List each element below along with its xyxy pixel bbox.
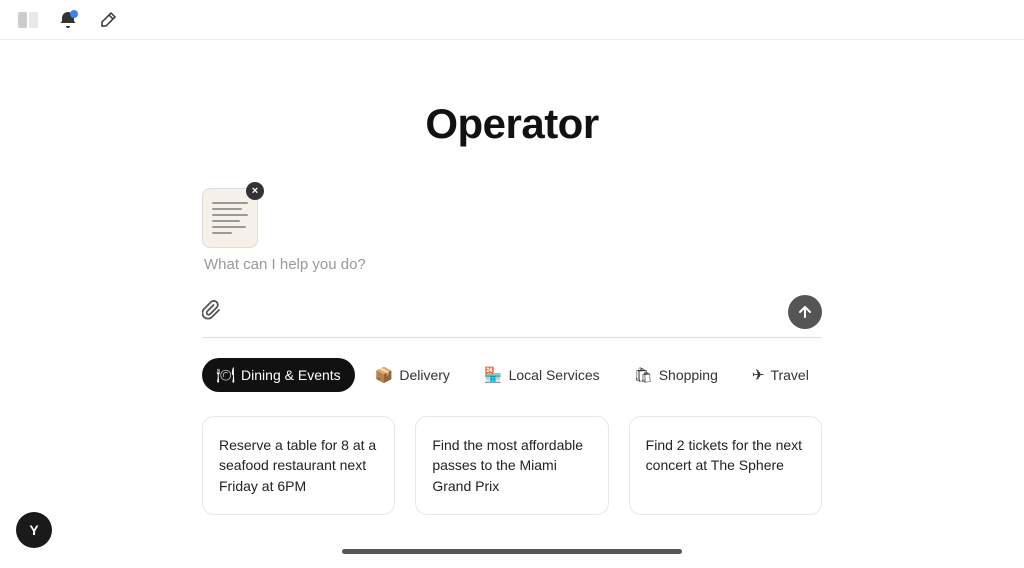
tab-shopping-label: Shopping — [659, 367, 718, 383]
tab-travel-label: Travel — [770, 367, 808, 383]
tab-local-services[interactable]: 🏪 Local Services — [470, 358, 614, 392]
main-content: Operator × What can I help you do? — [0, 40, 1024, 515]
chat-area: × What can I help you do? — [202, 188, 822, 283]
attachment-bubble: × — [202, 188, 258, 248]
top-bar — [0, 0, 1024, 40]
suggestion-card-2[interactable]: Find the most affordable passes to the M… — [415, 416, 608, 515]
scroll-indicator — [342, 549, 682, 554]
notification-icon[interactable] — [56, 8, 80, 32]
tab-travel[interactable]: ✈ Travel — [738, 358, 822, 392]
travel-icon: ✈ — [752, 366, 765, 384]
tab-local-label: Local Services — [509, 367, 600, 383]
tab-shopping[interactable]: 🛍 Shopping — [620, 358, 732, 392]
tab-delivery-label: Delivery — [399, 367, 450, 383]
local-services-icon: 🏪 — [484, 366, 503, 384]
suggestion-card-1[interactable]: Reserve a table for 8 at a seafood resta… — [202, 416, 395, 515]
send-button[interactable] — [788, 295, 822, 329]
edit-icon[interactable] — [96, 8, 120, 32]
delivery-icon: 📦 — [375, 366, 394, 384]
suggestion-card-3[interactable]: Find 2 tickets for the next concert at T… — [629, 416, 822, 515]
dining-icon: 🍽 — [216, 366, 235, 384]
sidebar-icon[interactable] — [16, 8, 40, 32]
card-3-text: Find 2 tickets for the next concert at T… — [646, 437, 802, 473]
notification-dot — [70, 10, 78, 18]
tab-dining-events[interactable]: 🍽 Dining & Events — [202, 358, 355, 392]
tab-dining-label: Dining & Events — [241, 367, 341, 383]
page-title: Operator — [425, 100, 598, 148]
shopping-icon: 🛍 — [634, 366, 653, 384]
suggestion-cards: Reserve a table for 8 at a seafood resta… — [202, 416, 822, 515]
close-attachment-button[interactable]: × — [246, 182, 264, 200]
category-tabs: 🍽 Dining & Events 📦 Delivery 🏪 Local Ser… — [202, 358, 822, 392]
chat-placeholder: What can I help you do? — [204, 256, 366, 273]
attach-icon[interactable] — [202, 300, 222, 325]
tab-delivery[interactable]: 📦 Delivery — [361, 358, 464, 392]
card-2-text: Find the most affordable passes to the M… — [432, 437, 583, 494]
avatar[interactable]: Y — [16, 512, 52, 548]
card-1-text: Reserve a table for 8 at a seafood resta… — [219, 437, 376, 494]
input-bar — [202, 295, 822, 338]
